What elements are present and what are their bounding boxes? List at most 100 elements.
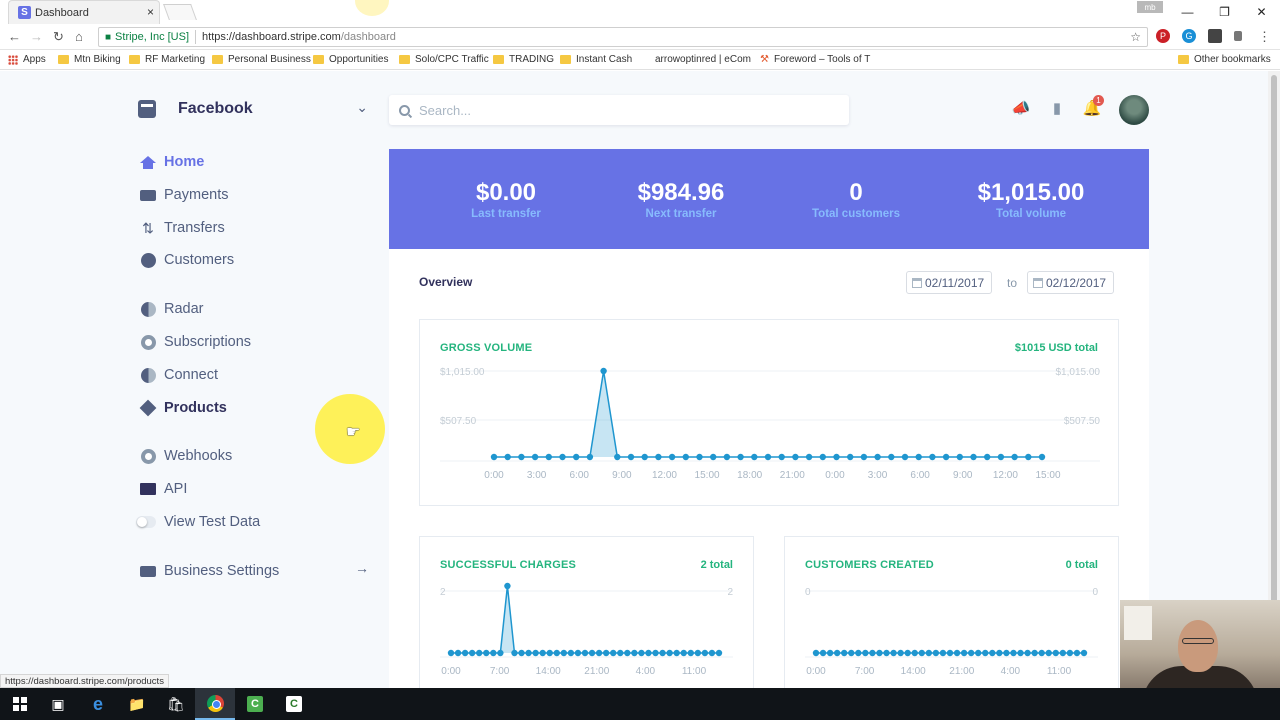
menu-dots-icon[interactable]: ⋮ bbox=[1258, 29, 1271, 45]
browser-titlebar: S Dashboard × mb — ❐ ✕ bbox=[0, 0, 1280, 24]
camtasia-white-icon[interactable]: C bbox=[274, 688, 314, 720]
extension-g-icon[interactable]: G bbox=[1182, 29, 1196, 43]
extension-lock-icon[interactable] bbox=[1234, 31, 1242, 41]
box-icon bbox=[139, 399, 157, 417]
gross-volume-card[interactable]: GROSS VOLUME $1015 USD total $1,015.00 $1… bbox=[419, 319, 1119, 506]
data-point bbox=[539, 649, 546, 657]
subscriptions-icon bbox=[140, 334, 156, 350]
date-to-input[interactable]: 02/12/2017 bbox=[1027, 271, 1115, 294]
sidebar-item-products[interactable]: Products bbox=[139, 397, 227, 419]
forward-arrow-icon[interactable]: → bbox=[30, 29, 43, 44]
bookmark-folder[interactable]: Instant Cash bbox=[560, 54, 632, 65]
account-switcher[interactable]: Facebook ⌄ bbox=[138, 97, 368, 121]
home-icon[interactable]: ⌂ bbox=[75, 29, 83, 44]
edge-icon[interactable]: e bbox=[78, 688, 118, 720]
data-point bbox=[946, 649, 954, 657]
data-point bbox=[645, 649, 652, 657]
minimize-icon[interactable]: — bbox=[1169, 0, 1206, 24]
store-icon[interactable]: 🛍 bbox=[156, 688, 196, 720]
data-point bbox=[497, 649, 504, 657]
sidebar-item-customers[interactable]: Customers bbox=[140, 249, 234, 271]
sidebar-item-radar[interactable]: Radar bbox=[140, 298, 204, 320]
data-point bbox=[918, 649, 925, 657]
sidebar-item-transfers[interactable]: ⇅ Transfers bbox=[140, 217, 225, 239]
customers-created-card[interactable]: CUSTOMERS CREATED 0 total 0 0 0:00 7:00 14:0… bbox=[784, 536, 1119, 688]
reload-icon[interactable]: ↻ bbox=[53, 29, 64, 45]
restore-icon[interactable]: ❐ bbox=[1206, 0, 1243, 24]
data-point bbox=[680, 649, 687, 657]
mouse-pointer-icon: ☛ bbox=[346, 424, 361, 441]
x-tick-label: 21:00 bbox=[780, 470, 805, 481]
data-point bbox=[546, 649, 553, 657]
gross-volume-chart: $1,015.00 $1,015.00 $507.50 $507.50 0:00 3:00… bbox=[440, 367, 1100, 481]
file-explorer-icon[interactable]: 📁 bbox=[117, 688, 157, 720]
chevron-down-icon[interactable]: ⌄ bbox=[356, 99, 368, 116]
bookmark-star-icon[interactable]: ☆ bbox=[1130, 30, 1141, 44]
date-from-input[interactable]: 02/11/2017 bbox=[906, 271, 993, 294]
webhooks-icon bbox=[140, 448, 156, 464]
close-window-icon[interactable]: ✕ bbox=[1243, 0, 1280, 24]
task-view-icon[interactable]: ▣ bbox=[38, 688, 78, 720]
bookmark-folder[interactable]: Solo/CPC Traffic bbox=[399, 54, 489, 65]
bookmark-folder[interactable]: Opportunities bbox=[313, 54, 388, 65]
address-bar[interactable]: ■ Stripe, Inc [US] https://dashboard.str… bbox=[98, 27, 1148, 47]
bookmark-folder[interactable]: TRADING bbox=[493, 54, 554, 65]
search-input[interactable]: Search... bbox=[389, 95, 849, 125]
data-point bbox=[975, 649, 982, 657]
bookmark-apps[interactable]: Apps bbox=[8, 54, 46, 65]
bookmark-other[interactable]: Other bookmarks bbox=[1178, 54, 1271, 65]
y-tick-label: 2 bbox=[440, 587, 446, 598]
sidebar-item-subscriptions[interactable]: Subscriptions bbox=[140, 331, 251, 353]
series-area bbox=[494, 371, 1042, 457]
sidebar-item-connect[interactable]: Connect bbox=[140, 364, 218, 386]
calendar-icon bbox=[912, 277, 922, 288]
bookmark-folder[interactable]: Mtn Biking bbox=[58, 54, 121, 65]
extension-shield-icon[interactable] bbox=[1208, 29, 1222, 43]
data-point bbox=[819, 453, 826, 461]
notification-badge: 1 bbox=[1093, 95, 1104, 106]
data-point bbox=[901, 453, 909, 461]
data-point bbox=[956, 453, 963, 461]
sidebar-item-webhooks[interactable]: Webhooks bbox=[140, 445, 232, 467]
start-button[interactable] bbox=[0, 688, 40, 720]
stat-last-transfer[interactable]: $0.00 Last transfer bbox=[421, 179, 591, 220]
bookmark-link[interactable]: arrowoptinred | eCom bbox=[655, 54, 751, 65]
test-data-toggle[interactable]: View Test Data bbox=[136, 511, 260, 533]
page-scrollbar[interactable] bbox=[1268, 71, 1280, 688]
bookmark-link[interactable]: ⚒ Foreword – Tools of T bbox=[760, 54, 870, 65]
scrollbar-thumb[interactable] bbox=[1271, 75, 1277, 635]
x-tick-label: 7:00 bbox=[855, 666, 875, 677]
sidebar-item-home[interactable]: Home bbox=[140, 151, 204, 173]
sidebar-item-business-settings[interactable]: Business Settings → bbox=[140, 560, 369, 582]
sidebar-item-api[interactable]: API bbox=[140, 478, 187, 500]
data-point bbox=[848, 649, 855, 657]
profile-badge[interactable]: mb bbox=[1137, 1, 1163, 13]
stat-next-transfer[interactable]: $984.96 Next transfer bbox=[596, 179, 766, 220]
data-point bbox=[1059, 649, 1067, 657]
stat-total-customers[interactable]: 0 Total customers bbox=[771, 179, 941, 220]
successful-charges-card[interactable]: SUCCESSFUL CHARGES 2 total 2 2 0:00 7:00 14:… bbox=[419, 536, 754, 688]
book-icon[interactable]: ▮ bbox=[1046, 97, 1068, 119]
data-point bbox=[897, 649, 904, 657]
stat-total-volume[interactable]: $1,015.00 Total volume bbox=[946, 179, 1116, 220]
data-point bbox=[960, 649, 968, 657]
bookmark-folder[interactable]: Personal Business bbox=[212, 54, 311, 65]
data-point bbox=[1025, 453, 1032, 461]
camtasia-green-icon[interactable]: C bbox=[235, 688, 275, 720]
window-controls: — ❐ ✕ bbox=[1169, 0, 1280, 24]
megaphone-icon[interactable]: 📣 bbox=[1010, 97, 1032, 119]
pinterest-icon[interactable]: P bbox=[1156, 29, 1170, 43]
new-tab-button[interactable] bbox=[163, 4, 197, 20]
chrome-icon[interactable] bbox=[195, 688, 235, 720]
data-point bbox=[659, 649, 666, 657]
browser-tab-dashboard[interactable]: S Dashboard × bbox=[8, 0, 160, 24]
sidebar-item-payments[interactable]: Payments bbox=[140, 184, 228, 206]
avatar[interactable] bbox=[1119, 95, 1149, 125]
bell-icon[interactable]: 🔔 1 bbox=[1081, 95, 1104, 119]
bookmark-folder[interactable]: RF Marketing bbox=[129, 54, 205, 65]
data-point bbox=[627, 453, 635, 461]
back-arrow-icon[interactable]: ← bbox=[8, 29, 21, 44]
data-point bbox=[1045, 649, 1052, 657]
tab-close-icon[interactable]: × bbox=[147, 5, 154, 19]
data-point bbox=[833, 649, 841, 657]
